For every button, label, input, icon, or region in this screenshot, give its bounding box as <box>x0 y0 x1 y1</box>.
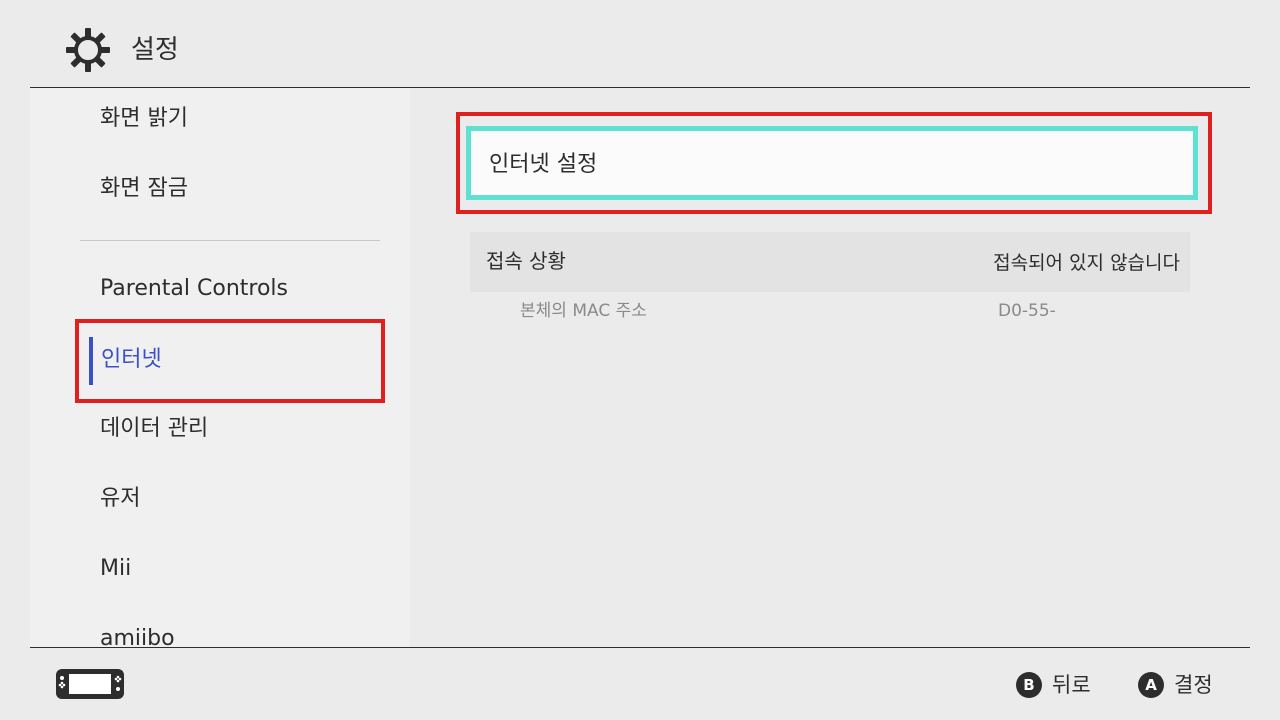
sidebar-item-users[interactable]: 유저 <box>100 484 140 514</box>
connection-status-row: 접속 상황 접속되어 있지 않습니다 <box>470 232 1190 292</box>
connection-status-value: 접속되어 있지 않습니다 <box>993 252 1180 274</box>
sidebar-divider <box>80 240 380 241</box>
sidebar-item-label: 인터넷 <box>101 347 162 372</box>
sidebar-item-internet[interactable]: 인터넷 <box>75 319 385 403</box>
b-button-icon: B <box>1016 672 1042 698</box>
internet-settings-button[interactable]: 인터넷 설정 <box>466 126 1198 200</box>
back-button[interactable]: B 뒤로 <box>1016 670 1091 700</box>
sidebar-item-screen-lock[interactable]: 화면 잠금 <box>100 174 188 204</box>
confirm-button[interactable]: A 결정 <box>1138 670 1213 700</box>
confirm-label: 결정 <box>1174 673 1213 697</box>
sidebar-item-data-management[interactable]: 데이터 관리 <box>100 414 208 444</box>
sidebar-item-mii[interactable]: Mii <box>100 554 131 584</box>
sidebar: 화면 밝기 화면 잠금 Parental Controls 인터넷 데이터 관리… <box>30 88 410 647</box>
sidebar-item-amiibo[interactable]: amiibo <box>100 624 175 647</box>
mac-address-value: D0-55- <box>998 301 1056 321</box>
switch-console-icon <box>56 669 124 699</box>
footer-divider <box>30 647 1250 648</box>
header: 설정 <box>0 0 1280 88</box>
gear-icon <box>66 28 110 72</box>
sidebar-item-screen-brightness[interactable]: 화면 밝기 <box>100 104 188 134</box>
a-button-icon: A <box>1138 672 1164 698</box>
page-title: 설정 <box>131 35 179 65</box>
internet-settings-label: 인터넷 설정 <box>489 152 598 177</box>
internet-settings-highlight: 인터넷 설정 <box>456 112 1212 214</box>
selection-indicator <box>89 337 93 385</box>
connection-status-label: 접속 상황 <box>486 249 566 273</box>
back-label: 뒤로 <box>1052 673 1091 697</box>
mac-address-label: 본체의 MAC 주소 <box>520 301 647 321</box>
sidebar-item-parental-controls[interactable]: Parental Controls <box>100 274 288 304</box>
